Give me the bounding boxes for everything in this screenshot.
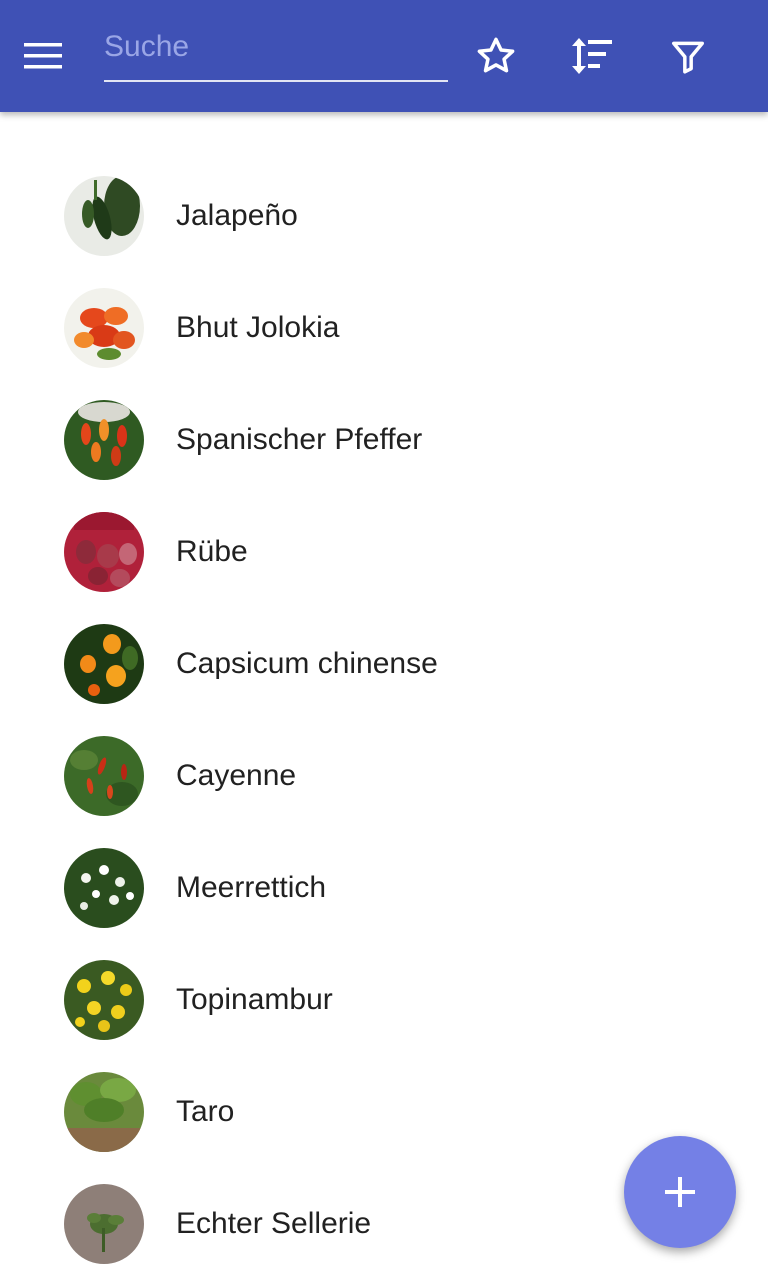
sort-icon <box>572 38 612 74</box>
echter-sellerie-photo <box>64 1184 144 1264</box>
list-item[interactable]: Bhut Jolokia <box>0 272 768 384</box>
search-input[interactable] <box>104 24 448 80</box>
plant-name: Echter Sellerie <box>176 1207 372 1240</box>
list-item[interactable]: Jalapeño <box>0 160 768 272</box>
ruebe-photo <box>64 512 144 592</box>
plant-name: Jalapeño <box>176 199 298 232</box>
plant-name: Cayenne <box>176 759 297 792</box>
topinambur-photo <box>64 960 144 1040</box>
taro-photo <box>64 1072 144 1152</box>
cayenne-photo <box>64 736 144 816</box>
star-outline-icon <box>477 37 515 73</box>
plant-list: Jalapeño Bhut Jolokia Spanischer Pfeffer… <box>0 160 768 1280</box>
list-item[interactable]: Capsicum chinense <box>0 608 768 720</box>
list-item[interactable]: Spanischer Pfeffer <box>0 384 768 496</box>
plant-name: Taro <box>176 1095 235 1128</box>
plus-icon <box>665 1177 695 1207</box>
plant-name: Bhut Jolokia <box>176 311 340 344</box>
plant-name: Topinambur <box>176 983 333 1016</box>
search-field <box>104 24 448 82</box>
menu-icon <box>24 43 62 69</box>
capsicum-chinense-photo <box>64 624 144 704</box>
list-item[interactable]: Cayenne <box>0 720 768 832</box>
plant-name: Rübe <box>176 535 248 568</box>
favorites-button[interactable] <box>472 32 520 80</box>
filter-icon <box>672 41 704 74</box>
meerrettich-photo <box>64 848 144 928</box>
plant-name: Capsicum chinense <box>176 647 438 680</box>
plant-name: Spanischer Pfeffer <box>176 423 423 456</box>
jalapeno-photo <box>64 176 144 256</box>
filter-button[interactable] <box>664 32 712 80</box>
add-plant-button[interactable] <box>624 1136 736 1248</box>
list-item[interactable]: Rübe <box>0 496 768 608</box>
plant-name: Meerrettich <box>176 871 327 904</box>
list-item[interactable]: Topinambur <box>0 944 768 1056</box>
app-bar <box>0 0 768 112</box>
bhut-jolokia-photo <box>64 288 144 368</box>
sort-button[interactable] <box>568 32 616 80</box>
spanischer-pfeffer-photo <box>64 400 144 480</box>
list-item[interactable]: Meerrettich <box>0 832 768 944</box>
menu-button[interactable] <box>24 32 88 80</box>
